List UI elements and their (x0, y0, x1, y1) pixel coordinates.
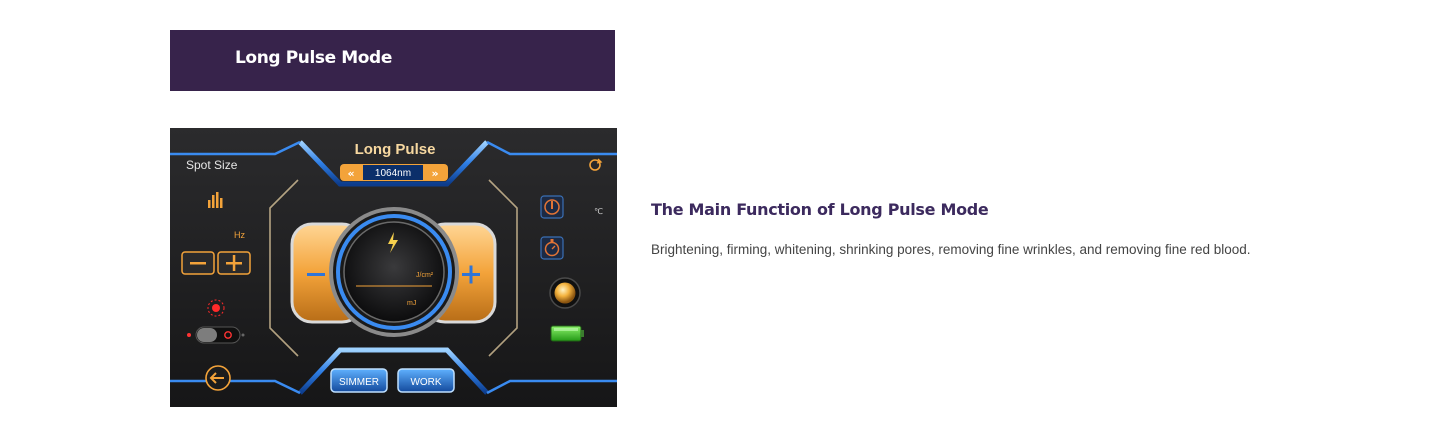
thermometer-icon[interactable] (540, 195, 564, 219)
back-arrow-icon[interactable] (205, 365, 231, 391)
work-button[interactable]: WORK (397, 368, 455, 393)
simmer-button[interactable]: SIMMER (330, 368, 388, 393)
wavelength-selector[interactable]: « » 1064nm (340, 164, 448, 181)
fluence-unit: J/cm² (416, 272, 434, 279)
temp-unit: ℃ (594, 207, 603, 216)
mode-info-section: The Main Function of Long Pulse Mode Bri… (651, 200, 1411, 257)
work-button-label: WORK (410, 377, 441, 388)
battery-icon (550, 325, 584, 342)
indicator-light (549, 277, 581, 309)
device-control-panel: Long Pulse « » 1064nm Spot Size Hz J/cm²… (170, 128, 617, 407)
minus-button[interactable] (181, 251, 215, 275)
minus-icon (307, 273, 325, 276)
prev-wavelength-icon[interactable]: « (347, 167, 354, 180)
hz-label: Hz (234, 230, 245, 240)
info-description: Brightening, firming, whitening, shrinki… (651, 242, 1251, 257)
timer-icon[interactable] (540, 236, 564, 260)
simmer-button-label: SIMMER (339, 377, 379, 388)
mode-banner: Long Pulse Mode (170, 30, 615, 91)
info-title: The Main Function of Long Pulse Mode (651, 200, 989, 219)
next-wavelength-icon[interactable]: » (431, 167, 438, 180)
banner-title: Long Pulse Mode (235, 48, 392, 68)
plus-button[interactable] (217, 251, 251, 275)
energy-dial[interactable]: J/cm² mJ (329, 207, 459, 337)
energy-unit: mJ (407, 300, 416, 307)
minus-icon (190, 262, 206, 265)
mode-title: Long Pulse (355, 141, 436, 158)
spot-size-label: Spot Size (186, 158, 238, 172)
wavelength-value: 1064nm (375, 168, 411, 179)
